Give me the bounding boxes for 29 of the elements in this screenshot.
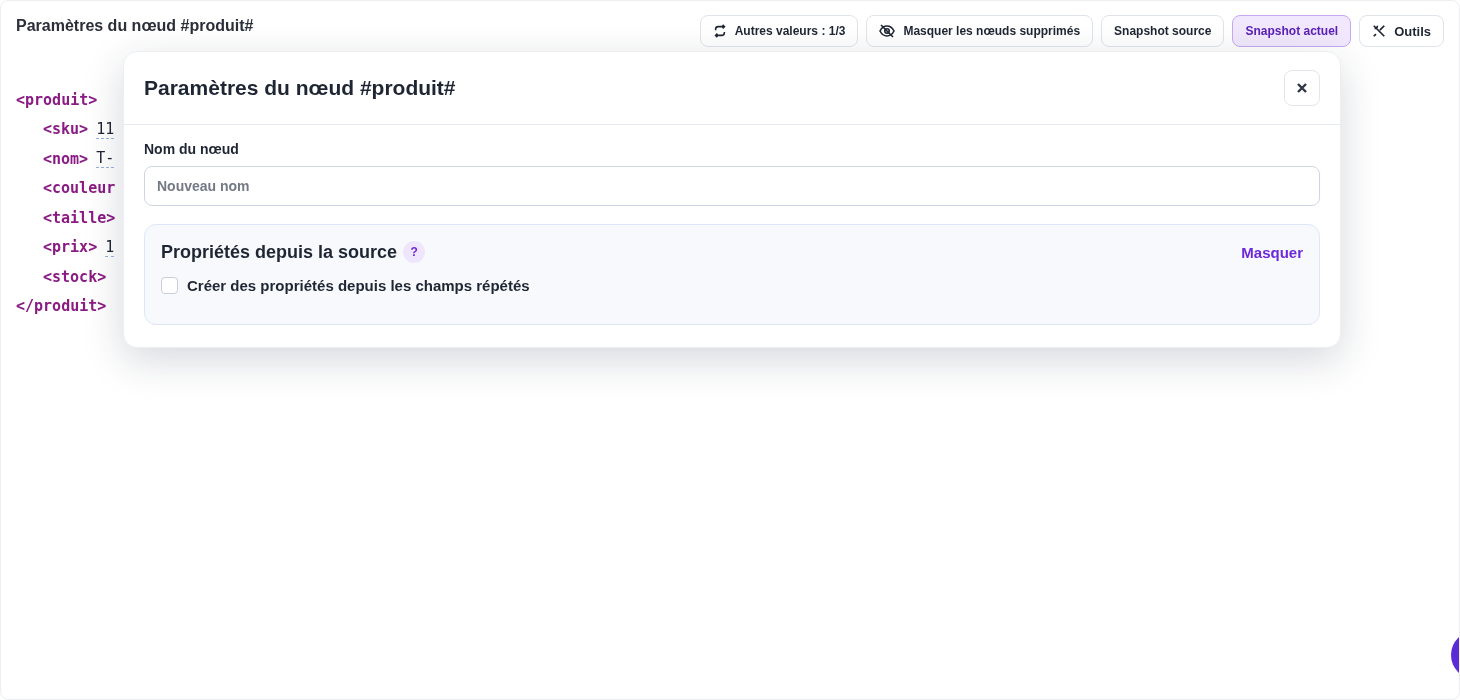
close-icon — [1297, 83, 1307, 93]
field-label: Nom du nœud — [144, 141, 240, 157]
toolbar-button[interactable]: Autres valeurs : 1/3 — [699, 15, 859, 47]
help-badge[interactable]: ? — [403, 241, 426, 263]
code-value: T- — [96, 149, 115, 169]
section-title: Propriétés depuis la source — [161, 241, 398, 263]
page-title: Paramètres du nœud #produit# — [16, 17, 254, 35]
dialog-title: Paramètres du nœud #produit# — [144, 76, 456, 100]
hide-link[interactable]: Masquer — [1241, 243, 1303, 261]
name-input[interactable]: Nouveau nom — [144, 166, 1320, 206]
close-button[interactable] — [1284, 70, 1320, 106]
code-tag: </produit> — [16, 297, 107, 316]
repeat-icon — [712, 24, 727, 38]
checkbox-label: Créer des propriétés depuis les champs répétés — [187, 277, 530, 294]
code-tag: <taille> — [43, 208, 116, 227]
code-value: 1 — [105, 237, 115, 257]
checkbox[interactable] — [161, 277, 178, 294]
snapshot-tab[interactable]: Snapshot actuel — [1232, 15, 1352, 47]
toolbar-button[interactable]: Masquer les nœuds supprimés — [866, 15, 1094, 47]
code-tag: <couleur — [43, 179, 116, 198]
eye-slash-icon — [879, 24, 896, 38]
code-value: 11 — [96, 119, 115, 139]
snapshot-tab[interactable]: Snapshot source — [1101, 15, 1225, 47]
code-tag: <produit> — [16, 90, 98, 109]
code-tag: <prix> — [43, 238, 98, 257]
code-tag: <sku> — [43, 120, 89, 139]
code-tag: <stock> — [43, 267, 107, 286]
code-tag: <nom> — [43, 149, 89, 168]
tools-button[interactable]: Outils — [1359, 15, 1444, 47]
